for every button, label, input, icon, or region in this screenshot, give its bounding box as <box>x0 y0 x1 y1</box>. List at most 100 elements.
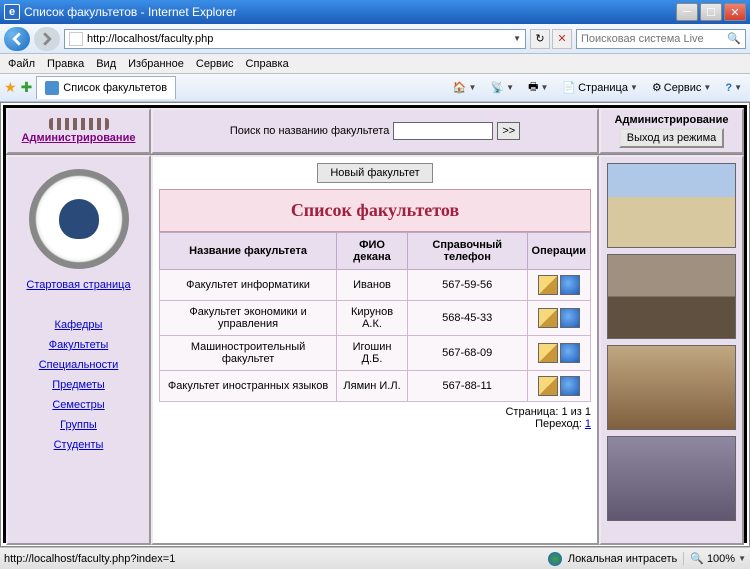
cell-ops <box>527 301 590 336</box>
cell-dean: Иванов <box>337 270 408 301</box>
nav-specialties[interactable]: Специальности <box>12 359 145 371</box>
cell-name: Факультет информатики <box>160 270 337 301</box>
delete-icon[interactable] <box>560 343 580 363</box>
cell-phone: 568-45-33 <box>407 301 527 336</box>
menu-bar: Файл Правка Вид Избранное Сервис Справка <box>0 54 750 74</box>
address-bar[interactable]: ▼ <box>64 29 526 49</box>
nav-faculties[interactable]: Факультеты <box>12 339 145 351</box>
list-title-box: Список факультетов <box>159 189 591 232</box>
nav-subjects[interactable]: Предметы <box>12 379 145 391</box>
delete-icon[interactable] <box>560 376 580 396</box>
cmd-feeds-button[interactable]: 📡▼ <box>486 79 518 96</box>
window-maximize-button[interactable]: ☐ <box>700 3 722 21</box>
internet-zone-icon <box>548 552 562 566</box>
search-label: Поиск по названию факультета <box>230 125 390 137</box>
feed-icon: 📡 <box>490 81 504 94</box>
stop-button[interactable]: ✕ <box>552 29 572 49</box>
pager-goto-link[interactable]: 1 <box>585 418 591 430</box>
browser-search-box[interactable]: 🔍 <box>576 29 746 49</box>
cell-phone: 567-68-09 <box>407 336 527 371</box>
add-favorite-button[interactable]: ✚ <box>21 79 33 96</box>
faculty-search-go-button[interactable]: >> <box>497 122 520 140</box>
browser-search-input[interactable] <box>581 33 727 45</box>
tab-favicon-icon <box>45 81 59 95</box>
delete-icon[interactable] <box>560 275 580 295</box>
page-icon: 📄 <box>562 81 576 94</box>
gear-icon: ⚙ <box>652 81 662 94</box>
cell-phone: 567-88-11 <box>407 371 527 402</box>
col-name: Название факультета <box>160 233 337 270</box>
pager-goto-label: Переход: <box>535 418 582 430</box>
window-close-button[interactable]: ✕ <box>724 3 746 21</box>
pager: Страница: 1 из 1 Переход: 1 <box>159 406 591 430</box>
admin-link[interactable]: Администрирование <box>22 132 136 144</box>
edit-icon[interactable] <box>538 343 558 363</box>
cell-ops <box>527 270 590 301</box>
cmd-print-button[interactable]: 🖶▼ <box>524 76 552 99</box>
edit-icon[interactable] <box>538 275 558 295</box>
main-content: Новый факультет Список факультетов Назва… <box>151 155 599 545</box>
menu-help[interactable]: Справка <box>240 56 295 72</box>
admin-mode-box: Администрирование Выход из режима <box>599 108 744 154</box>
menu-favorites[interactable]: Избранное <box>122 56 190 72</box>
table-row: Факультет информатикиИванов567-59-56 <box>160 270 591 301</box>
arrow-right-icon <box>40 32 54 46</box>
cmd-help-button[interactable]: ?▼ <box>721 80 746 96</box>
left-sidebar: Стартовая страница Кафедры Факультеты Сп… <box>6 155 151 545</box>
sidebar-photo-3 <box>607 345 736 430</box>
col-phone: Справочный телефон <box>407 233 527 270</box>
zoom-dropdown-icon[interactable]: ▼ <box>738 554 746 563</box>
home-icon: 🏠 <box>453 81 467 94</box>
search-icon[interactable]: 🔍 <box>727 32 741 45</box>
sidebar-photo-2 <box>607 254 736 339</box>
admin-link-box: Администрирование <box>6 108 151 154</box>
nav-back-button[interactable] <box>4 27 30 51</box>
pager-page-info: Страница: 1 из 1 <box>505 406 591 418</box>
cell-dean: Кирунов А.К. <box>337 301 408 336</box>
refresh-button[interactable]: ↻ <box>530 29 550 49</box>
cmd-home-button[interactable]: 🏠▼ <box>449 79 481 96</box>
cell-name: Факультет экономики и управления <box>160 301 337 336</box>
nav-semesters[interactable]: Семестры <box>12 399 145 411</box>
address-dropdown-icon[interactable]: ▼ <box>513 34 521 43</box>
new-faculty-button[interactable]: Новый факультет <box>317 163 432 183</box>
faculty-table: Название факультета ФИО декана Справочны… <box>159 232 591 402</box>
menu-file[interactable]: Файл <box>2 56 41 72</box>
cmd-tools-button[interactable]: ⚙Сервис▼ <box>648 79 715 96</box>
edit-icon[interactable] <box>538 376 558 396</box>
address-input[interactable] <box>87 33 509 45</box>
browser-tab[interactable]: Список факультетов <box>36 76 176 99</box>
tab-title: Список факультетов <box>63 82 167 94</box>
stop-icon: ✕ <box>557 32 566 45</box>
nav-forward-button[interactable] <box>34 27 60 51</box>
search-panel: Поиск по названию факультета >> <box>151 108 599 154</box>
chain-icon <box>49 118 109 130</box>
zoom-icon[interactable]: 🔍 <box>690 552 704 565</box>
ie-app-icon: e <box>4 4 20 20</box>
cmd-page-button[interactable]: 📄Страница▼ <box>558 79 641 96</box>
delete-icon[interactable] <box>560 308 580 328</box>
favorites-star-button[interactable]: ★ <box>4 79 17 96</box>
menu-view[interactable]: Вид <box>90 56 122 72</box>
edit-icon[interactable] <box>538 308 558 328</box>
cell-dean: Лямин И.Л. <box>337 371 408 402</box>
university-logo <box>29 169 129 269</box>
menu-tools[interactable]: Сервис <box>190 56 240 72</box>
cell-name: Факультет иностранных языков <box>160 371 337 402</box>
arrow-left-icon <box>10 32 24 46</box>
status-zoom: 100% <box>707 553 735 565</box>
nav-students[interactable]: Студенты <box>12 439 145 451</box>
nav-start[interactable]: Стартовая страница <box>12 279 145 291</box>
list-title: Список факультетов <box>291 200 459 220</box>
status-zone: Локальная интрасеть <box>568 553 677 565</box>
logout-button[interactable]: Выход из режима <box>619 128 725 148</box>
col-dean: ФИО декана <box>337 233 408 270</box>
print-icon: 🖶 <box>528 78 538 97</box>
nav-departments[interactable]: Кафедры <box>12 319 145 331</box>
nav-groups[interactable]: Группы <box>12 419 145 431</box>
cell-ops <box>527 371 590 402</box>
window-title: Список факультетов - Internet Explorer <box>24 5 676 19</box>
faculty-search-input[interactable] <box>393 122 493 140</box>
menu-edit[interactable]: Правка <box>41 56 90 72</box>
window-minimize-button[interactable]: ─ <box>676 3 698 21</box>
